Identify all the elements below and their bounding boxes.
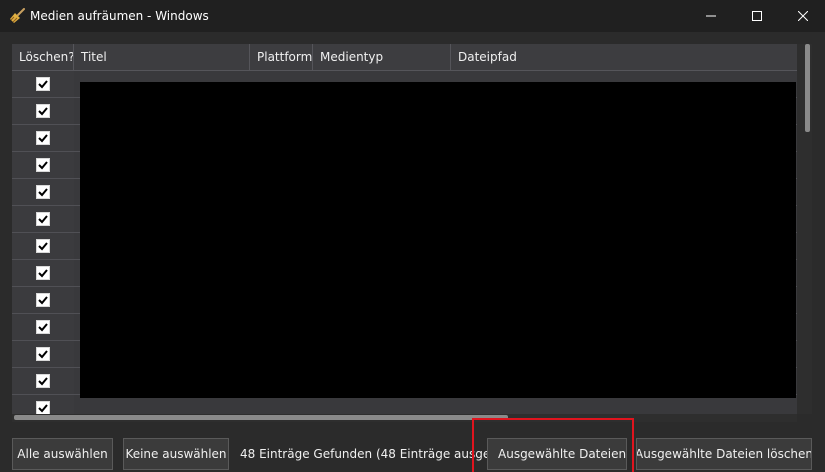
vertical-scroll-thumb[interactable] <box>805 44 810 132</box>
column-header-dateipfad[interactable]: Dateipfad <box>451 44 797 70</box>
delete-checkbox[interactable] <box>36 212 50 226</box>
delete-checkbox-cell[interactable] <box>12 341 75 368</box>
checkmark-icon <box>38 80 48 89</box>
title-bar[interactable]: Medien aufräumen - Windows <box>0 0 825 32</box>
delete-checkbox-cell[interactable] <box>12 287 75 314</box>
delete-checkbox[interactable] <box>36 77 50 91</box>
close-button[interactable] <box>780 0 825 32</box>
checkmark-icon <box>38 269 48 278</box>
checkmark-icon <box>38 404 48 413</box>
checkmark-icon <box>38 215 48 224</box>
delete-checkbox[interactable] <box>36 266 50 280</box>
broom-icon <box>9 8 25 24</box>
checkmark-icon <box>38 377 48 386</box>
delete-checkbox-cell[interactable] <box>12 260 75 287</box>
checkmark-icon <box>38 296 48 305</box>
delete-checkbox[interactable] <box>36 104 50 118</box>
delete-checkbox-cell[interactable] <box>12 206 75 233</box>
checkmark-icon <box>38 134 48 143</box>
horizontal-scroll-thumb[interactable] <box>14 415 508 420</box>
delete-checkbox-cell[interactable] <box>12 314 75 341</box>
delete-checkbox-cell[interactable] <box>12 233 75 260</box>
delete-checkbox-cell[interactable] <box>12 395 75 414</box>
select-none-button[interactable]: Keine auswählen <box>123 438 229 470</box>
highlight-box <box>472 418 634 472</box>
delete-checkbox[interactable] <box>36 185 50 199</box>
maximize-icon <box>752 11 762 21</box>
checkmark-icon <box>38 323 48 332</box>
delete-checkbox[interactable] <box>36 131 50 145</box>
medien-aufraeumen-window: Medien aufräumen - Windows Löschen? Tite… <box>0 0 825 472</box>
delete-checkbox[interactable] <box>36 239 50 253</box>
column-header-plattform[interactable]: Plattform <box>250 44 313 70</box>
delete-checkbox[interactable] <box>36 374 50 388</box>
delete-checkbox-cell[interactable] <box>12 98 75 125</box>
delete-checkbox-cell[interactable] <box>12 71 75 98</box>
checkmark-icon <box>38 107 48 116</box>
delete-checkbox-cell[interactable] <box>12 152 75 179</box>
delete-checkbox-cell[interactable] <box>12 125 75 152</box>
select-all-button[interactable]: Alle auswählen <box>12 438 113 470</box>
checkmark-icon <box>38 161 48 170</box>
checkmark-icon <box>38 350 48 359</box>
checkmark-icon <box>38 242 48 251</box>
column-header-medientyp[interactable]: Medientyp <box>313 44 451 70</box>
maximize-button[interactable] <box>734 0 780 32</box>
delete-selected-files-button[interactable]: Ausgewählte Dateien löschen <box>636 438 812 470</box>
delete-checkbox[interactable] <box>36 401 50 414</box>
delete-checkbox[interactable] <box>36 158 50 172</box>
window-title: Medien aufräumen - Windows <box>30 9 209 23</box>
delete-checkbox-cell[interactable] <box>12 179 75 206</box>
delete-checkbox[interactable] <box>36 320 50 334</box>
minimize-icon <box>706 15 716 17</box>
redacted-content <box>80 82 796 398</box>
delete-checkbox-cell[interactable] <box>12 368 75 395</box>
grid-header: Löschen? Titel Plattform Medientyp Datei… <box>12 44 797 71</box>
column-header-loeschen[interactable]: Löschen? <box>12 44 74 70</box>
column-header-titel[interactable]: Titel <box>74 44 250 70</box>
close-icon <box>798 11 808 21</box>
checkmark-icon <box>38 188 48 197</box>
delete-checkbox[interactable] <box>36 347 50 361</box>
minimize-button[interactable] <box>688 0 734 32</box>
delete-checkbox[interactable] <box>36 293 50 307</box>
